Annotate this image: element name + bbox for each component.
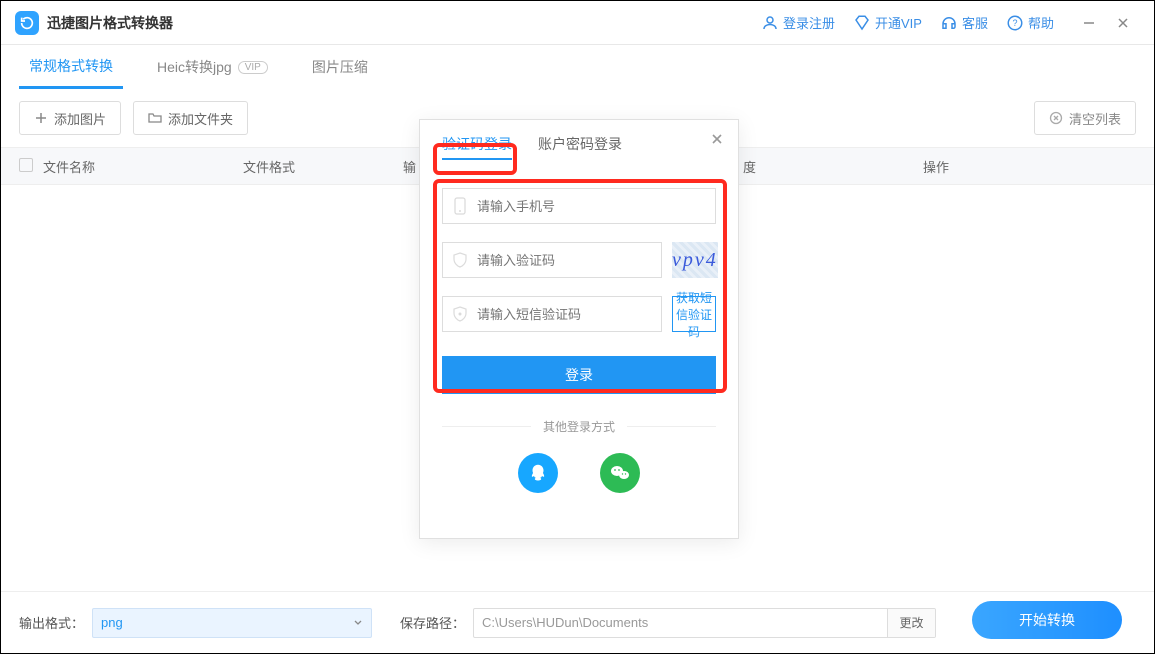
wechat-icon	[608, 461, 632, 485]
tab-password-login[interactable]: 账户密码登录	[538, 134, 622, 160]
headset-icon	[940, 14, 958, 32]
folder-icon	[148, 111, 162, 125]
clear-list-label: 清空列表	[1069, 109, 1121, 128]
shield-lock-icon	[451, 305, 469, 323]
output-format-select[interactable]: png	[92, 608, 372, 638]
start-convert-button[interactable]: 开始转换	[972, 601, 1122, 639]
chevron-down-icon	[353, 618, 363, 628]
login-register-label: 登录注册	[783, 13, 835, 32]
shield-icon	[451, 251, 469, 269]
other-login-divider: 其他登录方式	[442, 418, 716, 435]
add-folder-button[interactable]: 添加文件夹	[133, 101, 248, 135]
login-button[interactable]: 登录	[442, 356, 716, 394]
login-modal: 验证码登录 账户密码登录 vpv4 获取短信验证码 登录	[419, 119, 739, 539]
output-format-label: 输出格式：	[19, 613, 84, 632]
app-logo-icon	[15, 11, 39, 35]
sms-input-wrap	[442, 296, 662, 332]
phone-input-wrap	[442, 188, 716, 224]
wechat-login-button[interactable]	[600, 453, 640, 493]
captcha-input[interactable]	[477, 253, 653, 268]
other-login-label: 其他登录方式	[531, 418, 627, 435]
get-sms-button[interactable]: 获取短信验证码	[672, 296, 716, 332]
add-image-button[interactable]: 添加图片	[19, 101, 121, 135]
footer-bar: 输出格式： png 保存路径： 更改 开始转换	[1, 591, 1154, 653]
plus-icon	[34, 111, 48, 125]
th-action: 操作	[923, 157, 1136, 176]
sms-code-input[interactable]	[477, 307, 653, 322]
open-vip-link[interactable]: 开通VIP	[853, 13, 922, 32]
open-vip-label: 开通VIP	[875, 13, 922, 32]
clear-list-button[interactable]: 清空列表	[1034, 101, 1136, 135]
qq-login-button[interactable]	[518, 453, 558, 493]
change-path-button[interactable]: 更改	[887, 609, 935, 637]
th-fileformat: 文件格式	[243, 157, 403, 176]
output-format-value: png	[101, 615, 123, 630]
tab-code-login[interactable]: 验证码登录	[442, 134, 512, 160]
diamond-icon	[853, 14, 871, 32]
tab-heic-label: Heic转换jpg	[157, 57, 232, 77]
select-all-checkbox[interactable]	[19, 158, 33, 172]
save-path-box: 更改	[473, 608, 936, 638]
close-button[interactable]	[1106, 8, 1140, 38]
th-filename: 文件名称	[43, 157, 243, 176]
clear-icon	[1049, 111, 1063, 125]
tab-heic-convert[interactable]: Heic转换jpg VIP	[147, 45, 278, 89]
modal-close-button[interactable]	[706, 128, 728, 150]
add-image-label: 添加图片	[54, 109, 106, 128]
tab-image-compress[interactable]: 图片压缩	[302, 45, 378, 89]
help-link[interactable]: ? 帮助	[1006, 13, 1054, 32]
main-tabs: 常规格式转换 Heic转换jpg VIP 图片压缩	[1, 45, 1154, 89]
th-progress: 度	[743, 157, 923, 176]
help-icon: ?	[1006, 14, 1024, 32]
login-register-link[interactable]: 登录注册	[761, 13, 835, 32]
phone-input[interactable]	[477, 199, 707, 214]
close-icon	[710, 132, 724, 146]
app-title: 迅捷图片格式转换器	[47, 13, 173, 33]
save-path-input[interactable]	[474, 615, 887, 630]
add-folder-label: 添加文件夹	[168, 109, 233, 128]
svg-text:?: ?	[1012, 18, 1017, 28]
user-icon	[761, 14, 779, 32]
qq-icon	[527, 462, 549, 484]
customer-service-label: 客服	[962, 13, 988, 32]
tab-common-format[interactable]: 常规格式转换	[19, 45, 123, 89]
titlebar: 迅捷图片格式转换器 登录注册 开通VIP 客服 ? 帮助	[1, 1, 1154, 45]
help-label: 帮助	[1028, 13, 1054, 32]
login-tabs: 验证码登录 账户密码登录	[420, 134, 738, 170]
minimize-button[interactable]	[1072, 8, 1106, 38]
save-path-label: 保存路径：	[400, 613, 465, 632]
customer-service-link[interactable]: 客服	[940, 13, 988, 32]
phone-icon	[451, 197, 469, 215]
vip-badge: VIP	[238, 61, 268, 74]
captcha-image[interactable]: vpv4	[672, 242, 718, 278]
captcha-input-wrap	[442, 242, 662, 278]
